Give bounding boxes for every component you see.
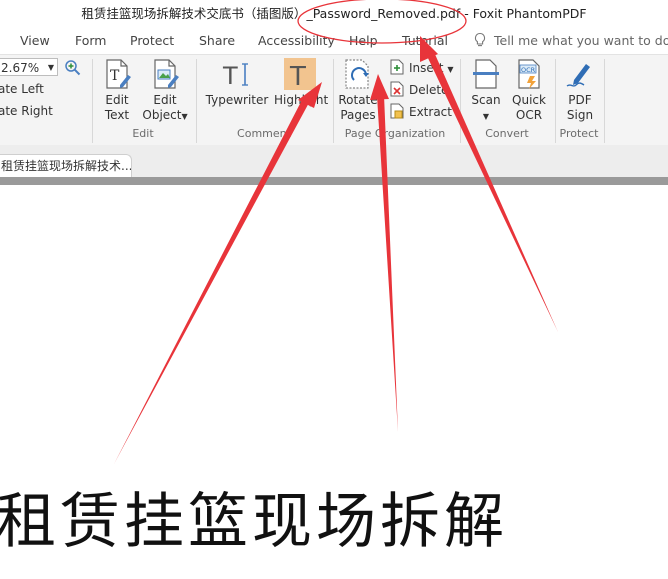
pdf-sign-label-1: PDF [568, 93, 592, 107]
tab-form[interactable]: Form [75, 33, 107, 48]
title-file-name: _Password_Removed.pdf [306, 6, 461, 21]
title-app-name: - Foxit PhantomPDF [460, 6, 587, 21]
ribbon-divider [604, 59, 605, 143]
viewer-frame-edge [0, 177, 668, 185]
highlight-icon: T [284, 58, 316, 90]
delete-page-icon [390, 81, 404, 97]
group-label-page-organization: Page Organization [344, 127, 446, 140]
tell-me-search[interactable]: Tell me what you want to do... [472, 32, 668, 48]
typewriter-button[interactable]: T Typewriter [205, 58, 269, 108]
title-doc-name: 租赁挂篮现场拆解技术交底书（插图版） [81, 6, 307, 21]
rotate-pages-button[interactable]: Rotate Pages [338, 58, 378, 123]
ribbon-tabs: View Form Protect Share Accessibility He… [0, 28, 668, 54]
svg-text:T: T [110, 68, 120, 84]
zoom-value: 2.67% [1, 61, 40, 75]
svg-text:T: T [222, 62, 238, 90]
typewriter-label: Typewriter [205, 93, 269, 107]
edit-text-icon: T [106, 59, 131, 89]
extract-label: Extract [409, 105, 452, 119]
edit-object-label-2: Object [142, 108, 182, 122]
rotate-left-button[interactable]: ate Left [0, 80, 44, 98]
svg-text:T: T [289, 62, 306, 90]
group-label-comment: Comment [237, 127, 291, 140]
edit-text-label-2: Text [104, 108, 130, 122]
pen-sign-icon [566, 64, 590, 87]
scanner-icon [473, 59, 499, 89]
pdf-sign-label-2: Sign [566, 108, 594, 122]
rotate-pages-label-2: Pages [340, 108, 376, 122]
edit-object-icon [154, 59, 179, 89]
delete-label: Delete [409, 83, 449, 97]
tab-view[interactable]: View [20, 33, 50, 48]
window-title-bar: 租赁挂篮现场拆解技术交底书（插图版）_Password_Removed.pdf … [0, 0, 668, 28]
quick-ocr-button[interactable]: OCR Quick OCR [509, 58, 549, 123]
tab-help[interactable]: Help [349, 33, 378, 48]
extract-page-icon [390, 103, 404, 119]
tab-share[interactable]: Share [199, 33, 235, 48]
tell-me-placeholder: Tell me what you want to do... [494, 33, 668, 48]
tab-protect[interactable]: Protect [130, 33, 174, 48]
rotate-pages-icon [345, 59, 369, 89]
quick-ocr-label-2: OCR [515, 108, 543, 122]
scan-label: Scan [471, 93, 501, 107]
chevron-down-icon: ▼ [447, 65, 454, 74]
group-label-convert: Convert [485, 127, 529, 140]
insert-page-icon [390, 59, 404, 75]
scan-button[interactable]: Scan ▼ [468, 58, 504, 124]
document-heading: 租赁挂篮现场拆解 [0, 487, 508, 557]
edit-object-button[interactable]: Edit Object▼ [140, 58, 190, 124]
typewriter-icon: T [222, 62, 248, 90]
insert-button[interactable]: Insert ▼ [389, 59, 454, 77]
ocr-icon: OCR [518, 59, 540, 89]
pdf-sign-button[interactable]: PDF Sign [562, 58, 598, 123]
svg-text:OCR: OCR [521, 66, 536, 74]
highlight-label: Highlight [274, 93, 329, 107]
chevron-down-icon: ▼ [181, 112, 188, 121]
group-label-protect: Protect [559, 127, 599, 140]
tab-accessibility[interactable]: Accessibility [258, 33, 335, 48]
rotate-right-button[interactable]: ate Right [0, 102, 53, 120]
zoom-select[interactable]: 2.67% ▼ [0, 58, 58, 76]
chevron-down-icon: ▼ [47, 63, 54, 72]
edit-text-button[interactable]: T Edit Text [98, 58, 136, 123]
tab-tutorial[interactable]: Tutorial [402, 33, 448, 48]
edit-object-label-1: Edit [153, 93, 177, 107]
highlight-button[interactable]: T Highlight [274, 58, 329, 108]
delete-button[interactable]: Delete [389, 81, 448, 99]
lightbulb-icon [474, 32, 486, 47]
insert-label: Insert [409, 61, 444, 75]
document-tab[interactable]: 租赁挂篮现场拆解技术... [0, 154, 132, 177]
extract-button[interactable]: Extract [389, 103, 452, 121]
group-label-edit: Edit [132, 127, 154, 140]
document-tab-bar: 租赁挂篮现场拆解技术... [0, 145, 668, 177]
rotate-pages-label-1: Rotate [338, 93, 378, 107]
quick-ocr-label-1: Quick [512, 93, 546, 107]
zoom-in-icon[interactable] [64, 59, 81, 76]
chevron-down-icon: ▼ [482, 112, 490, 121]
edit-text-label-1: Edit [105, 93, 129, 107]
ribbon-toolbar: 2.67% ▼ ate Left ate Right T Edit Text E… [0, 54, 668, 146]
